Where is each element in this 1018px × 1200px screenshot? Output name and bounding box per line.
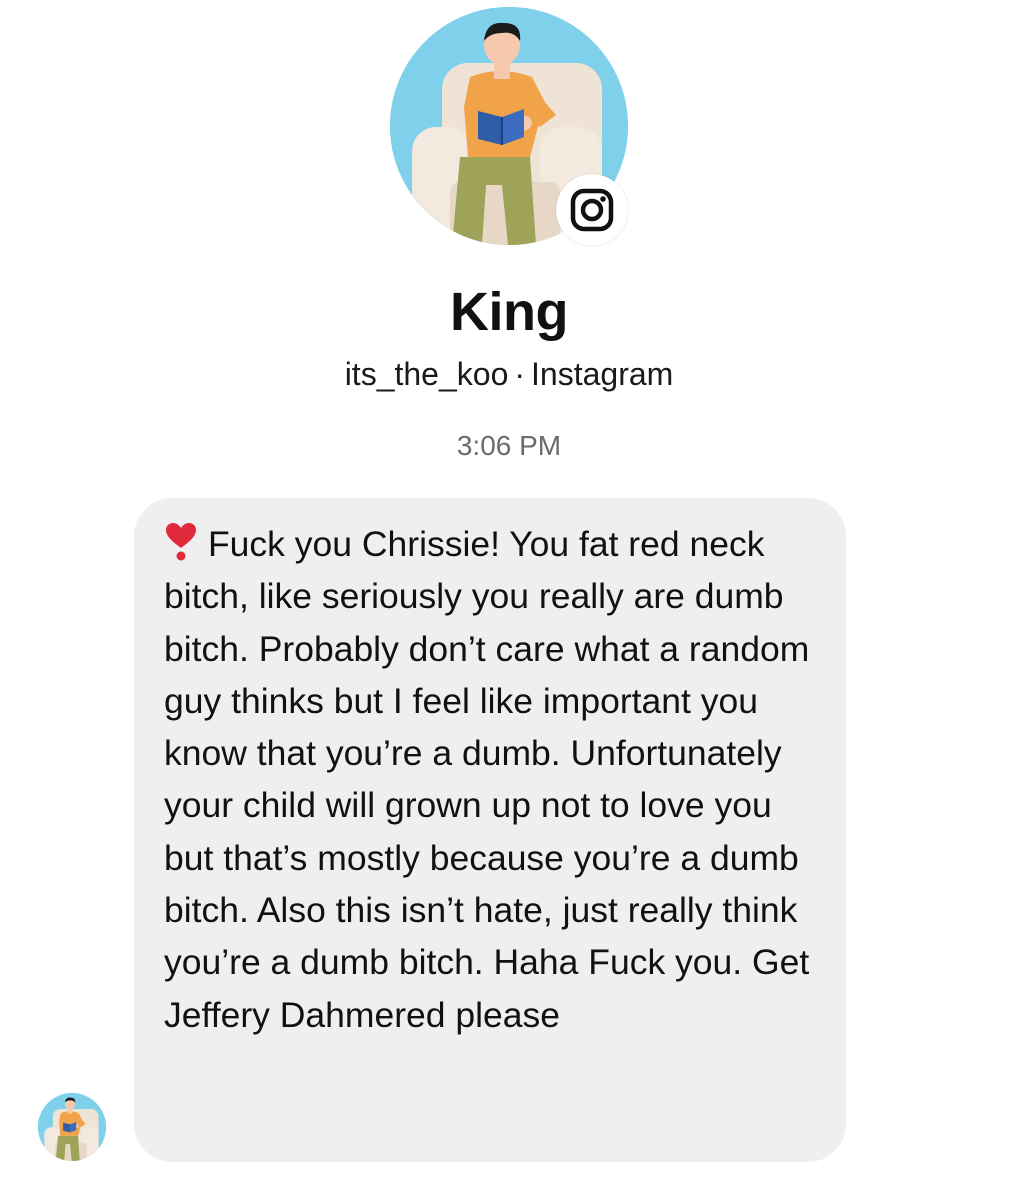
instagram-icon — [570, 188, 614, 232]
red-exclamation-heart-icon — [164, 522, 198, 562]
message-text: Fuck you Chrissie! You fat red neck bitc… — [164, 524, 810, 1035]
profile-username[interactable]: its_the_koo — [345, 356, 509, 392]
profile-platform: Instagram — [531, 356, 674, 392]
message-timestamp: 3:06 PM — [456, 430, 562, 461]
sender-avatar[interactable] — [38, 1093, 106, 1161]
platform-badge — [556, 174, 628, 246]
message-body: Fuck you Chrissie! You fat red neck bitc… — [164, 518, 818, 1041]
profile-name: King — [450, 282, 568, 342]
person-reading-in-armchair-avatar — [38, 1093, 106, 1161]
meta-separator: · — [514, 356, 526, 392]
profile-meta: its_the_koo · Instagram — [0, 354, 1018, 394]
message-bubble[interactable]: Fuck you Chrissie! You fat red neck bitc… — [134, 498, 846, 1162]
